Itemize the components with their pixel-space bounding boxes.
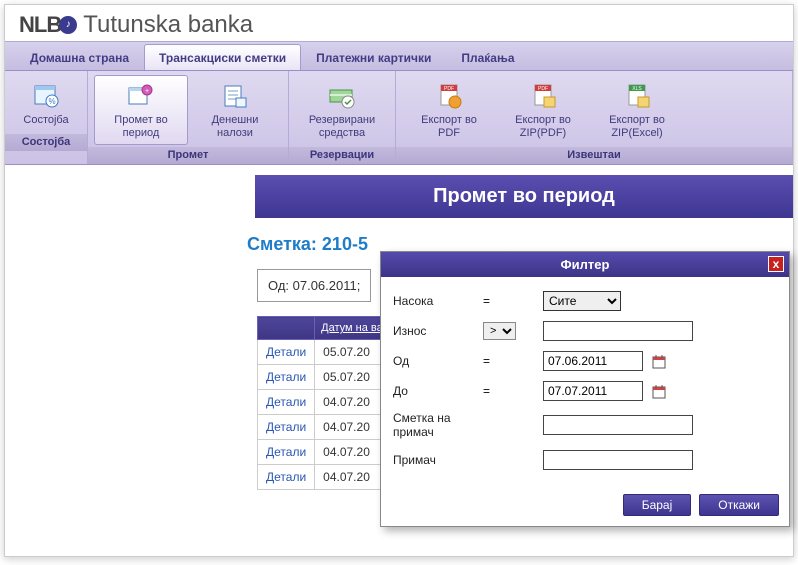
ribbon-group-turnover: + Промет во период Денешни налози Промет xyxy=(88,71,289,164)
balance-icon: % xyxy=(30,80,62,112)
tab-transaction-accounts[interactable]: Трансакциски сметки xyxy=(144,44,301,70)
turnover-icon: + xyxy=(125,80,157,112)
tab-payments[interactable]: Плаќања xyxy=(446,44,529,70)
filter-label-from: Од xyxy=(393,354,483,368)
filter-recip-account-input[interactable] xyxy=(543,415,693,435)
page-title: Промет во период xyxy=(255,175,793,218)
table-header-empty xyxy=(258,317,315,340)
svg-text:%: % xyxy=(48,97,55,106)
main-tabs: Домашна страна Трансакциски сметки Плате… xyxy=(5,41,793,71)
ribbon-group-balance: % Состојба Состојба xyxy=(5,71,88,164)
filter-to-date-input[interactable] xyxy=(543,381,643,401)
calendar-icon[interactable] xyxy=(652,355,666,369)
ribbon-btn-label: Денешни налози xyxy=(195,114,275,140)
tab-home[interactable]: Домашна страна xyxy=(15,44,144,70)
zip-pdf-icon: PDF xyxy=(527,80,559,112)
zip-excel-icon: XLS xyxy=(621,80,653,112)
filter-recipient-input[interactable] xyxy=(543,450,693,470)
pdf-icon: PDF xyxy=(433,80,465,112)
filter-label-recipient: Примач xyxy=(393,453,483,467)
ribbon-btn-export-zip-excel[interactable]: XLS Експорт во ZIP(Excel) xyxy=(590,75,684,145)
filter-direction-select[interactable]: Сите xyxy=(543,291,621,311)
tab-payment-cards[interactable]: Платежни картички xyxy=(301,44,446,70)
ribbon-group-label: Промет xyxy=(88,147,288,164)
filter-label-direction: Насока xyxy=(393,294,483,308)
app-window: NLB ♪ Tutunska banka Домашна страна Тран… xyxy=(4,4,794,557)
details-link[interactable]: Детали xyxy=(258,365,315,390)
logo-nlb: NLB xyxy=(19,12,61,38)
filter-label-recip-account: Сметка на примач xyxy=(393,411,483,440)
ribbon-group-reports: PDF Експорт во PDF PDF Експорт во ZIP(PD… xyxy=(396,71,793,164)
logo-bank-name: Tutunska banka xyxy=(83,11,253,39)
date-range-display: Од: 07.06.2011; xyxy=(257,269,371,302)
svg-text:+: + xyxy=(145,88,149,95)
details-link[interactable]: Детали xyxy=(258,465,315,490)
filter-op-eq: = xyxy=(483,354,543,368)
ribbon-btn-label: Состојба xyxy=(23,114,68,127)
filter-label-amount: Износ xyxy=(393,324,483,338)
filter-from-date-input[interactable] xyxy=(543,351,643,371)
header: NLB ♪ Tutunska banka xyxy=(5,5,793,41)
cancel-button[interactable]: Откажи xyxy=(699,494,779,516)
search-button[interactable]: Барај xyxy=(623,494,692,516)
ribbon-btn-label: Експорт во PDF xyxy=(409,114,489,140)
filter-amount-input[interactable] xyxy=(543,321,693,341)
ribbon-group-reservations: Резервирани средства Резервации xyxy=(289,71,396,164)
ribbon-btn-reserved[interactable]: Резервирани средства xyxy=(295,75,389,145)
details-link[interactable]: Детали xyxy=(258,440,315,465)
ribbon-group-label: Состојба xyxy=(5,134,87,151)
svg-text:PDF: PDF xyxy=(538,86,548,92)
details-link[interactable]: Детали xyxy=(258,390,315,415)
filter-modal: Филтер x Насока = Сите Износ > xyxy=(380,251,790,527)
ribbon-btn-label: Промет во период xyxy=(101,114,181,140)
ribbon-btn-label: Резервирани средства xyxy=(302,114,382,140)
ribbon-btn-export-zip-pdf[interactable]: PDF Експорт во ZIP(PDF) xyxy=(496,75,590,145)
filter-amount-op-select[interactable]: > xyxy=(483,322,516,340)
ribbon-btn-export-pdf[interactable]: PDF Експорт во PDF xyxy=(402,75,496,145)
filter-label-to: До xyxy=(393,384,483,398)
details-link[interactable]: Детали xyxy=(258,415,315,440)
ribbon-btn-turnover-period[interactable]: + Промет во период xyxy=(94,75,188,145)
details-link[interactable]: Детали xyxy=(258,340,315,365)
filter-op-eq: = xyxy=(483,294,543,308)
ribbon-btn-label: Експорт во ZIP(PDF) xyxy=(503,114,583,140)
ribbon-btn-balance[interactable]: % Состојба xyxy=(11,75,81,132)
filter-op-eq: = xyxy=(483,384,543,398)
calendar-icon[interactable] xyxy=(652,385,666,399)
orders-icon xyxy=(219,80,251,112)
logo-badge-icon: ♪ xyxy=(59,16,77,34)
svg-text:PDF: PDF xyxy=(444,86,454,92)
close-icon[interactable]: x xyxy=(768,256,784,272)
filter-modal-title: Филтер x xyxy=(381,252,789,277)
ribbon-btn-label: Експорт во ZIP(Excel) xyxy=(597,114,677,140)
ribbon-group-label: Резервации xyxy=(289,147,395,164)
reserved-icon xyxy=(326,80,358,112)
ribbon-btn-today-orders[interactable]: Денешни налози xyxy=(188,75,282,145)
ribbon-group-label: Извештаи xyxy=(396,147,792,164)
svg-text:XLS: XLS xyxy=(632,86,642,92)
ribbon-toolbar: % Состојба Состојба + Промет во период xyxy=(5,71,793,165)
